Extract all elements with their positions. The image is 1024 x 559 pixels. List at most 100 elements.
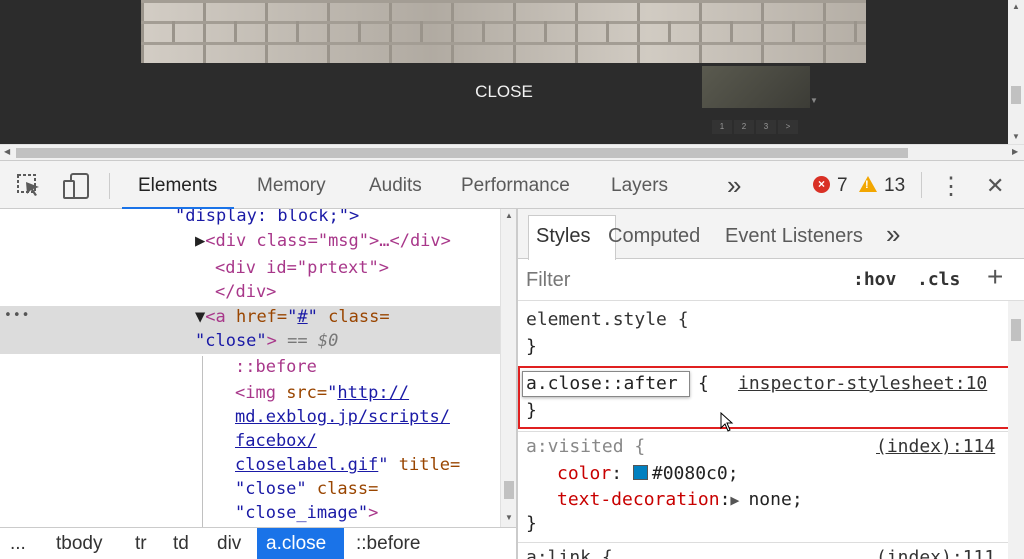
expand-arrow-icon[interactable]: ▶: [195, 231, 205, 251]
elements-tree[interactable]: ••• "display: block;"> ▶<div class="msg"…: [0, 209, 500, 527]
elements-scrollbar[interactable]: ▲ ▼: [500, 209, 516, 527]
attr-link[interactable]: md.exblog.jp/scripts/: [235, 407, 450, 427]
expand-arrow-icon[interactable]: ▶: [730, 491, 748, 509]
tree-line[interactable]: ::before: [235, 355, 317, 379]
tab-memory[interactable]: Memory: [257, 175, 326, 197]
thumbnail-image[interactable]: [702, 66, 810, 108]
breadcrumb-item[interactable]: tr: [135, 533, 147, 555]
collapse-arrow-icon[interactable]: ▼: [195, 307, 205, 327]
source-link-inspector[interactable]: inspector-stylesheet:10: [738, 373, 987, 394]
customize-menu-icon[interactable]: ⋮: [939, 172, 963, 201]
attr-quote: ": [327, 383, 338, 403]
img-node-cont[interactable]: "close_image">: [235, 501, 378, 525]
styles-scrollbar[interactable]: [1008, 301, 1024, 559]
page-vertical-scrollbar[interactable]: ▲ ▼: [1008, 0, 1024, 144]
node-actions-icon[interactable]: •••: [4, 308, 30, 323]
scroll-left-icon[interactable]: ◀: [4, 147, 10, 156]
mouse-cursor-icon: [720, 412, 734, 432]
img-node-cont[interactable]: facebox/: [235, 429, 317, 453]
close-devtools-icon[interactable]: ✕: [986, 173, 1004, 199]
tab-computed[interactable]: Computed: [608, 225, 700, 248]
selected-a-node-cont[interactable]: "close"> == $0: [195, 329, 338, 353]
tree-line[interactable]: </div>: [215, 280, 276, 304]
element-style-selector[interactable]: element.style {: [526, 309, 689, 330]
attr-link[interactable]: #: [297, 307, 307, 327]
close-link[interactable]: CLOSE: [0, 82, 1008, 102]
pager-next[interactable]: >: [778, 120, 798, 134]
error-count[interactable]: 7: [837, 175, 848, 197]
tab-elements[interactable]: Elements: [122, 161, 234, 210]
warning-count[interactable]: 13: [884, 175, 905, 197]
attr-value: "close_image": [235, 503, 369, 523]
attr-link[interactable]: http://: [337, 383, 409, 403]
tab-styles[interactable]: Styles: [528, 215, 616, 260]
filter-input[interactable]: Filter: [526, 269, 570, 292]
color-declaration[interactable]: color: #0080c0;: [557, 463, 739, 484]
elements-scroll-thumb[interactable]: [504, 481, 514, 499]
link-selector[interactable]: a:link {: [526, 547, 613, 559]
device-toolbar-icon[interactable]: [62, 173, 90, 199]
console-ref: == $0: [276, 331, 339, 351]
scroll-up-icon[interactable]: ▲: [1012, 2, 1020, 11]
tree-line[interactable]: <div id="prtext">: [215, 256, 389, 280]
img-node-cont[interactable]: closelabel.gif" title=: [235, 453, 460, 477]
cls-toggle[interactable]: .cls: [917, 269, 960, 290]
selected-a-node[interactable]: ▼<a href="#" class=: [195, 305, 390, 329]
page-viewport: CLOSE ▼ 1 2 3 > ▲ ▼ ◀ ▶: [0, 0, 1024, 160]
color-swatch[interactable]: [632, 465, 648, 480]
breadcrumb-item[interactable]: tbody: [56, 533, 102, 555]
attr-link[interactable]: closelabel.gif: [235, 455, 378, 475]
pager-page-1[interactable]: 1: [712, 120, 732, 134]
new-rule-icon[interactable]: +: [987, 261, 1003, 293]
close-brace: }: [526, 400, 537, 421]
breadcrumb-item-active[interactable]: a.close: [266, 533, 326, 555]
tree-line[interactable]: "display: block;">: [175, 209, 359, 228]
selector-edit-text[interactable]: a.close::after: [526, 373, 678, 394]
tab-audits[interactable]: Audits: [369, 175, 422, 197]
img-node[interactable]: <img src="http://: [235, 381, 409, 405]
attr-value: "display: block;">: [175, 209, 360, 226]
attr-link[interactable]: facebox/: [235, 431, 317, 451]
pager-page-3[interactable]: 3: [756, 120, 776, 134]
attr-quote: ": [307, 307, 318, 327]
page-hscroll-thumb[interactable]: [16, 148, 908, 158]
inspect-element-icon[interactable]: [16, 173, 42, 199]
pager-page-2[interactable]: 2: [734, 120, 754, 134]
text-decoration-declaration[interactable]: text-decoration:▶ none;: [557, 489, 803, 510]
styles-scroll-thumb[interactable]: [1011, 319, 1021, 341]
tree-line[interactable]: ▶<div class="msg">…</div>: [195, 229, 451, 253]
div-prtext-node: <div id="prtext">: [215, 258, 389, 278]
img-node-cont[interactable]: md.exblog.jp/scripts/: [235, 405, 450, 429]
breadcrumb-item[interactable]: ::before: [356, 533, 420, 555]
tab-event-listeners[interactable]: Event Listeners: [725, 225, 863, 248]
error-icon[interactable]: ×: [813, 176, 830, 193]
warning-icon[interactable]: !: [859, 176, 877, 192]
close-brace: }: [526, 336, 537, 357]
more-tabs-icon[interactable]: »: [727, 170, 741, 201]
breadcrumb-item[interactable]: ...: [10, 533, 26, 555]
tab-performance[interactable]: Performance: [461, 175, 570, 197]
source-link-index-111[interactable]: (index):111: [876, 547, 995, 559]
source-link-index-114[interactable]: (index):114: [876, 436, 995, 457]
selector-editor[interactable]: a.close::after: [522, 371, 690, 397]
breadcrumb-item[interactable]: td: [173, 533, 189, 555]
hov-toggle[interactable]: :hov: [853, 269, 896, 290]
img-node-cont[interactable]: "close" class=: [235, 477, 378, 501]
scroll-down-icon[interactable]: ▼: [505, 513, 513, 522]
page-horizontal-scrollbar[interactable]: ◀ ▶: [0, 144, 1024, 160]
scroll-right-icon[interactable]: ▶: [1012, 147, 1018, 156]
visited-selector[interactable]: a:visited {: [526, 436, 645, 457]
scroll-down-icon[interactable]: ▼: [1012, 132, 1020, 141]
attr-name: title=: [388, 455, 461, 475]
open-brace: {: [698, 373, 709, 394]
brick-wall-image: [141, 0, 866, 63]
page-scroll-thumb[interactable]: [1011, 86, 1021, 104]
tab-layers[interactable]: Layers: [611, 175, 668, 197]
attr-value: "close": [235, 479, 307, 499]
breadcrumb: ... tbody tr td div a.close ::before: [0, 527, 518, 559]
tree-guide-line: [202, 356, 203, 527]
more-tabs-icon[interactable]: »: [886, 219, 900, 250]
scroll-up-icon[interactable]: ▲: [505, 211, 513, 220]
attr-name: src=: [275, 383, 328, 403]
breadcrumb-item[interactable]: div: [217, 533, 241, 555]
